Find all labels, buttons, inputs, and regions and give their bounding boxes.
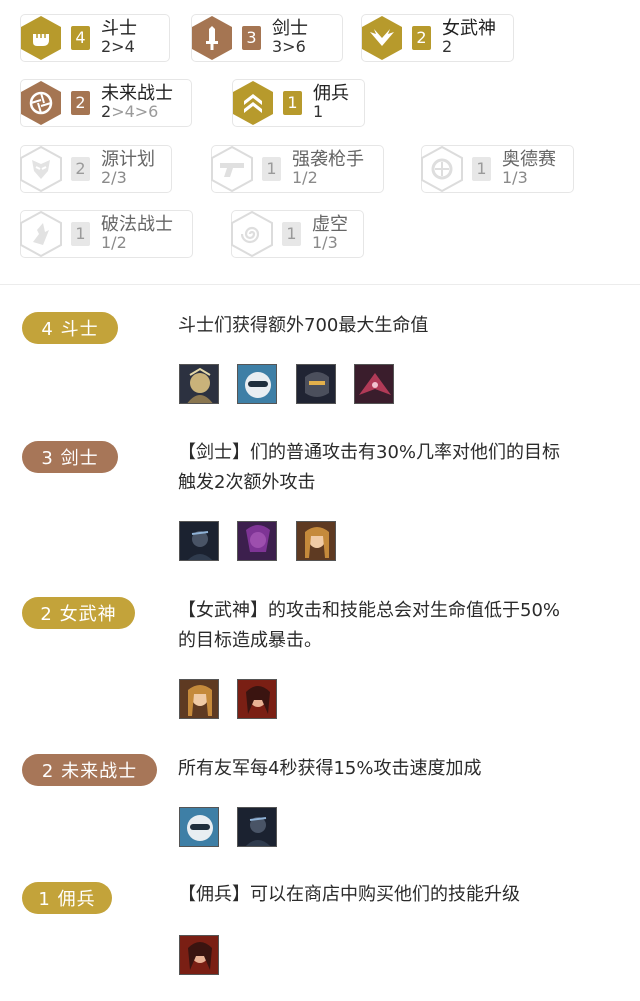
trait-thresholds: 2/3 xyxy=(101,168,127,187)
trait-thresholds-current: 2 xyxy=(101,102,112,121)
mask-icon xyxy=(19,145,63,193)
description-line: 【女武神】的攻击和技能总会对生命值低于50% xyxy=(178,600,561,621)
trait-name: 女武神 xyxy=(442,18,496,39)
trait-count-badge: 1 xyxy=(71,222,90,246)
description-line: 所有友军每4秒获得15%攻击速度加成 xyxy=(178,758,482,779)
trait-name: 剑士 xyxy=(272,18,308,39)
trait-thresholds: 1/3 xyxy=(312,233,338,252)
champion-portrait[interactable] xyxy=(179,807,219,847)
description-line: 触发2次额外攻击 xyxy=(178,472,316,493)
trait-name: 源计划 xyxy=(101,149,155,170)
trait-label-pill: 2 未来战士 xyxy=(22,754,157,786)
champion-portrait[interactable] xyxy=(179,521,219,561)
trait-description: 【佣兵】可以在商店中购买他们的技能升级 xyxy=(178,880,628,910)
trait-description: 所有友军每4秒获得15%攻击速度加成 xyxy=(178,754,628,784)
trait-thresholds: 1/2 xyxy=(101,233,127,252)
trait-thresholds-rest: >4>6 xyxy=(111,102,159,121)
sword-icon xyxy=(190,14,234,62)
section-divider xyxy=(0,284,640,285)
trait-description: 斗士们获得额外700最大生命值 xyxy=(178,311,628,341)
trait-count-badge: 1 xyxy=(472,157,491,181)
gun-icon xyxy=(210,145,254,193)
chevrons-icon xyxy=(231,79,275,127)
trait-thresholds: 2>4>6 xyxy=(101,103,173,121)
trait-chip-valkyrie[interactable]: 2 女武神 2 xyxy=(361,14,514,62)
trait-description: 【剑士】们的普通攻击有30%几率对他们的目标 触发2次额外攻击 xyxy=(178,438,628,498)
trait-name: 破法战士 xyxy=(101,214,173,235)
trait-thresholds: 1 xyxy=(313,102,324,121)
trait-name: 未来战士 xyxy=(101,83,173,104)
flame-icon xyxy=(19,210,63,258)
champion-portrait[interactable] xyxy=(179,364,219,404)
trait-count-badge: 4 xyxy=(71,26,90,50)
fist-icon xyxy=(19,14,63,62)
trait-name: 奥德赛 xyxy=(502,149,556,170)
trait-count-badge: 2 xyxy=(71,91,90,115)
trait-name: 强袭枪手 xyxy=(292,149,364,170)
wings-icon xyxy=(360,14,404,62)
trait-thresholds: 1/2 xyxy=(292,168,318,187)
trait-chip-cybernetic[interactable]: 2 未来战士 2>4>6 xyxy=(20,79,192,127)
trait-thresholds: 1/3 xyxy=(502,168,528,187)
trait-count-badge: 1 xyxy=(282,222,301,246)
trait-name: 斗士 xyxy=(101,18,137,39)
trait-label-pill: 2 女武神 xyxy=(22,597,135,629)
trait-count-badge: 1 xyxy=(283,91,302,115)
champion-portrait[interactable] xyxy=(237,679,277,719)
trait-chip-project[interactable]: 2 源计划 2/3 xyxy=(20,145,172,193)
trait-chip-mage-slayer[interactable]: 1 破法战士 1/2 xyxy=(20,210,193,258)
champion-portrait[interactable] xyxy=(179,935,219,975)
trait-count-badge: 2 xyxy=(71,157,90,181)
trait-chip-mercenary[interactable]: 1 佣兵 1 xyxy=(232,79,365,127)
helmet-icon xyxy=(420,145,464,193)
trait-chip-blademaster[interactable]: 3 剑士 3>6 xyxy=(191,14,343,62)
champion-portrait[interactable] xyxy=(354,364,394,404)
champion-portrait[interactable] xyxy=(237,521,277,561)
trait-chip-sharpshooter[interactable]: 1 强袭枪手 1/2 xyxy=(211,145,384,193)
trait-thresholds: 2 xyxy=(442,37,453,56)
description-line: 斗士们获得额外700最大生命值 xyxy=(178,315,429,336)
trait-name: 佣兵 xyxy=(313,83,349,104)
champion-portrait[interactable] xyxy=(296,364,336,404)
description-line: 【剑士】们的普通攻击有30%几率对他们的目标 xyxy=(178,442,561,463)
trait-label-pill: 1 佣兵 xyxy=(22,882,112,914)
trait-thresholds: 3>6 xyxy=(272,37,306,56)
champion-portrait[interactable] xyxy=(237,364,277,404)
spiral-icon xyxy=(230,210,274,258)
trait-count-badge: 3 xyxy=(242,26,261,50)
aperture-icon xyxy=(19,79,63,127)
trait-count-badge: 2 xyxy=(412,26,431,50)
trait-label-pill: 4 斗士 xyxy=(22,312,118,344)
trait-chip-brawler[interactable]: 4 斗士 2>4 xyxy=(20,14,170,62)
trait-label-pill: 3 剑士 xyxy=(22,441,118,473)
trait-chip-odyssey[interactable]: 1 奥德赛 1/3 xyxy=(421,145,574,193)
champion-portrait[interactable] xyxy=(179,679,219,719)
trait-name: 虚空 xyxy=(312,214,348,235)
trait-thresholds: 2>4 xyxy=(101,37,135,56)
trait-description: 【女武神】的攻击和技能总会对生命值低于50% 的目标造成暴击。 xyxy=(178,596,628,656)
trait-count-badge: 1 xyxy=(262,157,281,181)
trait-summary: 4 斗士 2>4 3 剑士 3>6 2 女武神 2 2 未来战士 2>4>6 1… xyxy=(0,0,640,268)
champion-portrait[interactable] xyxy=(296,521,336,561)
description-line: 【佣兵】可以在商店中购买他们的技能升级 xyxy=(178,884,520,905)
description-line: 的目标造成暴击。 xyxy=(178,630,322,651)
trait-chip-void[interactable]: 1 虚空 1/3 xyxy=(231,210,364,258)
champion-portrait[interactable] xyxy=(237,807,277,847)
